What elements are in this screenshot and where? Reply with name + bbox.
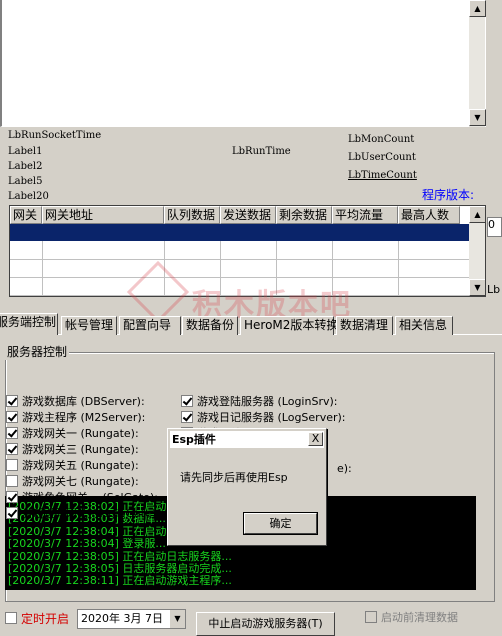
tab-info[interactable]: 相关信息 — [395, 316, 453, 335]
label20: Label20 — [8, 191, 49, 202]
dialog-title: Esp插件 — [170, 431, 324, 448]
partial-label: e): — [337, 462, 352, 475]
server-checkbox[interactable]: 游戏数据库 (DBServer): — [6, 394, 145, 408]
server-checkbox-label: 游戏主程序 (M2Server): — [22, 411, 146, 424]
timer-start-checkbox[interactable]: 定时开启 — [5, 611, 70, 626]
grid-col-header[interactable]: 最高人数 — [398, 206, 460, 224]
tab-config-wizard[interactable]: 配置向导 — [119, 316, 181, 335]
server-checkbox[interactable]: 游戏登陆服务器 (LoginSrv): — [181, 394, 337, 408]
server-checkbox[interactable]: 游戏网关一 (Rungate): — [6, 426, 139, 440]
close-icon[interactable]: X — [308, 432, 323, 446]
date-value: 2020年 3月 7日 — [81, 612, 163, 625]
grid-col-header[interactable]: 网关 — [10, 206, 42, 224]
lb-run-socket-time: LbRunSocketTime — [8, 130, 102, 141]
server-checkbox-label: 游戏日记服务器 (LogServer): — [197, 411, 346, 424]
server-checkbox-label: 游戏网关一 (Rungate): — [22, 427, 139, 440]
tab-bar: 服务端控制 帐号管理 配置向导 数据备份 HeroM2版本转换 数据清理 相关信… — [0, 313, 460, 335]
checkbox-box[interactable] — [6, 459, 18, 471]
grid-col-header[interactable]: 队列数据 — [164, 206, 220, 224]
server-checkbox[interactable]: 游戏网关三 (Rungate): — [6, 442, 139, 456]
tab-server-control[interactable]: 服务端控制 — [0, 313, 58, 335]
server-checkbox-label: 游戏数据库 (DBServer): — [22, 395, 145, 408]
side-label: Lb — [487, 283, 501, 296]
side-input[interactable]: 0 — [487, 217, 502, 237]
checkbox-box[interactable] — [181, 411, 193, 423]
clear-before-start-checkbox[interactable]: 启动前清理数据 — [365, 610, 458, 624]
tab-account[interactable]: 帐号管理 — [61, 316, 117, 335]
tab-data-clean[interactable]: 数据清理 — [336, 316, 393, 335]
checkbox-box[interactable] — [6, 475, 18, 487]
tab-backup[interactable]: 数据备份 — [182, 316, 238, 335]
grid-col-header[interactable]: 剩余数据 — [276, 206, 332, 224]
checkbox-box[interactable] — [6, 507, 18, 519]
checkbox-box[interactable] — [6, 395, 18, 407]
checkbox-box[interactable] — [6, 443, 18, 455]
label2: Label2 — [8, 161, 43, 172]
log-memo-top[interactable] — [0, 0, 486, 127]
checkbox-box[interactable] — [6, 491, 18, 503]
start-server-button[interactable]: 中止启动游戏服务器(T) — [196, 612, 335, 636]
label1: Label1 — [8, 146, 43, 157]
date-picker[interactable]: 2020年 3月 7日 ▼ — [77, 609, 186, 629]
checkbox-box[interactable] — [5, 612, 17, 624]
scroll-up-icon[interactable]: ▲ — [469, 206, 485, 223]
grid-col-header[interactable]: 发送数据 — [220, 206, 276, 224]
right-panel-strip — [487, 0, 502, 210]
lb-mon-count: LbMonCount — [348, 134, 415, 145]
log-line: [2020/3/7 12:38:11] 正在启动游戏主程序... — [8, 574, 232, 588]
server-checkbox-label: 游戏网关三 (Rungate): — [22, 443, 139, 456]
lb-time-count: LbTimeCount — [348, 170, 417, 181]
checkbox-box[interactable] — [365, 611, 377, 623]
server-checkbox-label: 游戏登陆服务器 (LoginSrv): — [197, 395, 338, 408]
checkbox-box[interactable] — [6, 427, 18, 439]
program-version-label: 程序版本: — [422, 188, 475, 202]
server-checkbox[interactable]: 游戏日记服务器 (LogServer): — [181, 410, 346, 424]
checkbox-box[interactable] — [181, 395, 193, 407]
server-checkbox-label: 游戏网关五 (Rungate): — [22, 459, 139, 472]
chevron-down-icon[interactable]: ▼ — [169, 610, 185, 628]
dialog-message: 请先同步后再使用Esp — [180, 471, 288, 484]
timer-start-label: 定时开启 — [21, 611, 70, 626]
grid-scrollbar[interactable]: ▲ ▼ — [469, 206, 485, 296]
group-title: 服务器控制 — [5, 343, 70, 360]
scroll-down-icon[interactable]: ▼ — [469, 109, 486, 126]
server-checkbox[interactable]: 游戏网关五 (Rungate): — [6, 458, 139, 472]
scroll-down-icon[interactable]: ▼ — [469, 279, 485, 296]
server-checkbox[interactable]: 游戏网关七 (Rungate): — [6, 474, 139, 488]
label5: Label5 — [8, 176, 43, 187]
lb-user-count: LbUserCount — [348, 152, 416, 163]
server-checkbox[interactable]: 游戏角色网关一 (SelGate): — [6, 490, 158, 504]
lb-run-time: LbRunTime — [232, 146, 291, 157]
grid-col-header[interactable]: 平均流量 — [332, 206, 398, 224]
ok-button[interactable]: 确定 — [243, 512, 318, 535]
tab-herom2[interactable]: HeroM2版本转换 — [240, 316, 338, 335]
esp-dialog: Esp插件 X 请先同步后再使用Esp 确定 — [167, 428, 327, 546]
grid-header: 网关 网关地址 队列数据 发送数据 剩余数据 平均流量 最高人数 — [10, 206, 470, 224]
memo-scrollbar[interactable]: ▲ ▼ — [468, 0, 486, 127]
grid-col-header[interactable]: 网关地址 — [42, 206, 164, 224]
checkbox-box[interactable] — [6, 411, 18, 423]
server-checkbox[interactable]: 游戏登陆网关 (LoginGate): — [6, 506, 160, 520]
grid-selected-row[interactable] — [10, 224, 470, 241]
server-checkbox-label: 游戏网关七 (Rungate): — [22, 475, 139, 488]
server-checkbox[interactable]: 游戏主程序 (M2Server): — [6, 410, 145, 424]
clear-before-start-label: 启动前清理数据 — [381, 611, 458, 624]
server-checkbox-label: 游戏角色网关一 (SelGate): — [22, 491, 158, 504]
scroll-up-icon[interactable]: ▲ — [469, 0, 486, 17]
server-checkbox-label: 游戏登陆网关 (LoginGate): — [22, 507, 160, 520]
